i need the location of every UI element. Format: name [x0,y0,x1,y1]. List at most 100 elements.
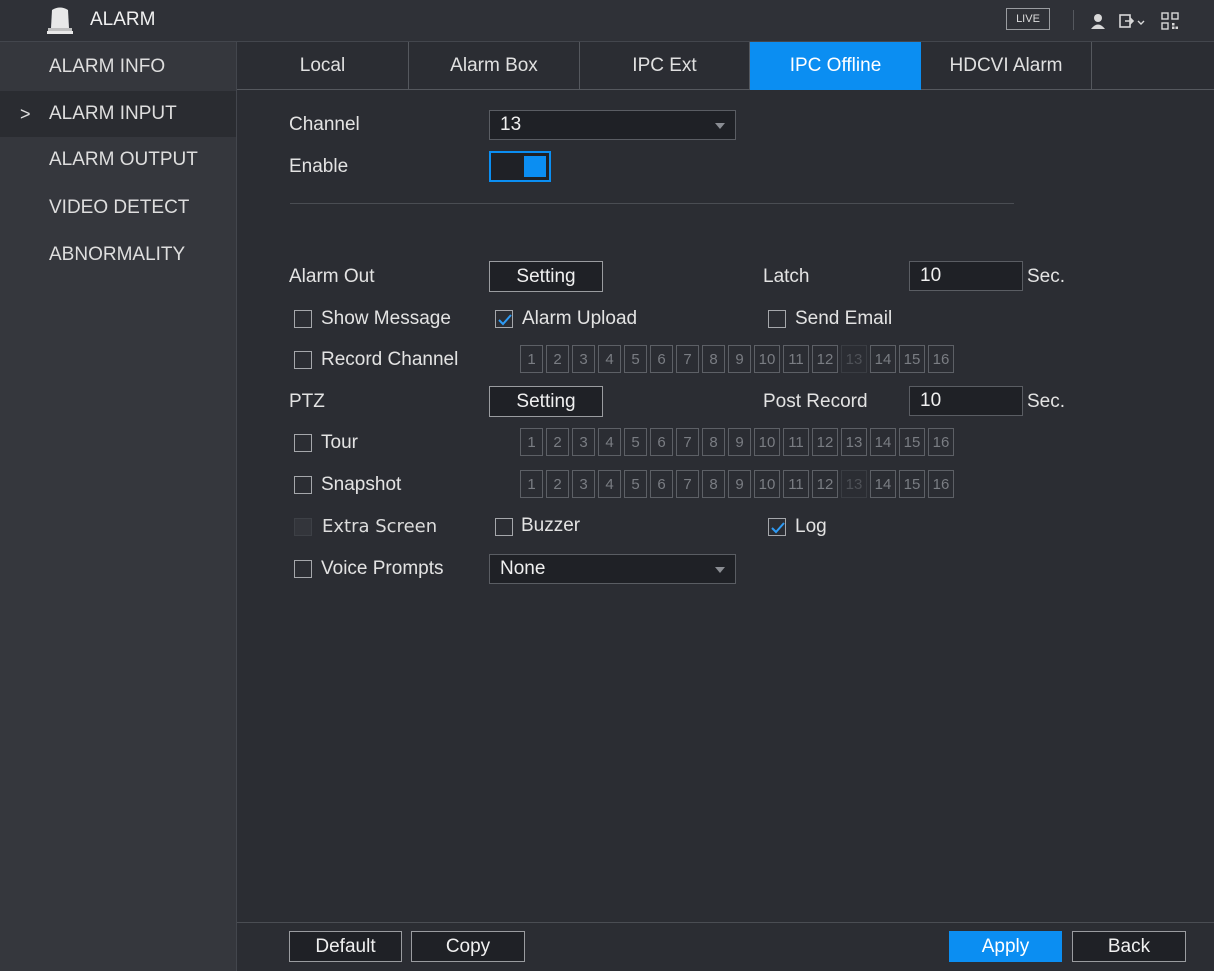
log-checkbox[interactable] [768,518,786,536]
sidebar-item-alarm-info[interactable]: ALARM INFO [0,44,236,90]
channel-box[interactable]: 6 [650,470,673,498]
back-button[interactable]: Back [1072,931,1186,962]
channel-box[interactable]: 9 [728,470,751,498]
buzzer-label: Buzzer [521,515,581,536]
channel-box[interactable]: 14 [870,470,896,498]
channel-box[interactable]: 6 [650,345,673,373]
channel-box[interactable]: 1 [520,470,543,498]
voice-prompts-select[interactable]: None [489,554,736,584]
latch-input[interactable]: 10 [909,261,1023,291]
channel-box[interactable]: 14 [870,345,896,373]
channel-box[interactable]: 11 [783,345,809,373]
channel-label: Channel [289,114,360,135]
sidebar-item-video-detect[interactable]: VIDEO DETECT [0,185,236,231]
channel-box[interactable]: 3 [572,428,595,456]
channel-box[interactable]: 9 [728,428,751,456]
snapshot-label: Snapshot [321,474,402,495]
channel-box[interactable]: 7 [676,345,699,373]
send-email-checkbox[interactable] [768,310,786,328]
channel-box[interactable]: 8 [702,428,725,456]
channel-box[interactable]: 15 [899,470,925,498]
alarm-upload-checkbox[interactable] [495,310,513,328]
channel-box[interactable]: 7 [676,428,699,456]
tab-hdcvi-alarm[interactable]: HDCVI Alarm [921,42,1092,90]
channel-box[interactable]: 16 [928,345,954,373]
channel-box[interactable]: 5 [624,470,647,498]
channel-box[interactable]: 5 [624,345,647,373]
channel-box[interactable]: 8 [702,470,725,498]
ptz-setting-button[interactable]: Setting [489,386,603,417]
tour-checkbox[interactable] [294,434,312,452]
channel-select[interactable]: 13 [489,110,736,140]
sidebar-item-alarm-input[interactable]: > ALARM INPUT [0,91,236,137]
channel-box[interactable]: 8 [702,345,725,373]
channel-box[interactable]: 16 [928,470,954,498]
voice-prompts-label: Voice Prompts [321,558,444,579]
send-email-label: Send Email [795,308,893,329]
alarm-out-setting-button[interactable]: Setting [489,261,603,292]
channel-box[interactable]: 14 [870,428,896,456]
sidebar-item-alarm-output[interactable]: ALARM OUTPUT [0,137,236,183]
channel-box[interactable]: 4 [598,470,621,498]
tab-local[interactable]: Local [237,42,409,90]
section-divider [290,203,1014,204]
channel-box[interactable]: 4 [598,428,621,456]
apply-button[interactable]: Apply [949,931,1062,962]
user-icon[interactable] [1088,11,1108,31]
channel-box: 13 [841,345,867,373]
post-record-input[interactable]: 10 [909,386,1023,416]
channel-box[interactable]: 1 [520,428,543,456]
footer-divider [237,922,1214,923]
check-icon [771,522,785,534]
channel-box: 13 [841,470,867,498]
post-record-label: Post Record [763,391,868,412]
copy-button[interactable]: Copy [411,931,525,962]
extra-screen-checkbox [294,518,312,536]
qr-icon[interactable] [1160,11,1180,31]
live-button[interactable]: LIVE [1006,8,1050,30]
channel-box[interactable]: 5 [624,428,647,456]
dropdown-arrow-icon [715,123,725,129]
channel-value: 13 [500,114,522,135]
latch-label: Latch [763,266,810,287]
channel-box[interactable]: 1 [520,345,543,373]
channel-box[interactable]: 4 [598,345,621,373]
sidebar-item-abnormality[interactable]: ABNORMALITY [0,232,236,278]
sidebar-item-label: ALARM INPUT [49,103,177,124]
channel-box[interactable]: 12 [812,345,838,373]
channel-box[interactable]: 15 [899,345,925,373]
channel-box[interactable]: 2 [546,428,569,456]
bell-icon [47,7,73,34]
snapshot-checkbox[interactable] [294,476,312,494]
tab-ipc-ext[interactable]: IPC Ext [580,42,750,90]
enable-toggle[interactable] [489,151,551,182]
channel-box[interactable]: 9 [728,345,751,373]
logout-icon[interactable] [1118,11,1146,31]
channel-box[interactable]: 10 [754,470,780,498]
channel-box[interactable]: 11 [783,470,809,498]
record-channel-checkbox[interactable] [294,351,312,369]
channel-box[interactable]: 13 [841,428,867,456]
channel-box[interactable]: 12 [812,428,838,456]
default-button[interactable]: Default [289,931,402,962]
channel-box[interactable]: 3 [572,470,595,498]
buzzer-checkbox[interactable] [495,518,513,536]
channel-box[interactable]: 2 [546,345,569,373]
tab-ipc-offline[interactable]: IPC Offline [750,42,921,90]
channel-box[interactable]: 12 [812,470,838,498]
channel-box[interactable]: 3 [572,345,595,373]
voice-prompts-checkbox[interactable] [294,560,312,578]
channel-box[interactable]: 11 [783,428,809,456]
channel-box[interactable]: 10 [754,428,780,456]
tab-alarm-box[interactable]: Alarm Box [409,42,580,90]
channel-box[interactable]: 15 [899,428,925,456]
channel-box[interactable]: 16 [928,428,954,456]
record-channel-label: Record Channel [321,349,459,370]
channel-box[interactable]: 7 [676,470,699,498]
channel-box[interactable]: 2 [546,470,569,498]
sidebar-item-label: VIDEO DETECT [49,197,190,218]
channel-box[interactable]: 10 [754,345,780,373]
channel-box[interactable]: 6 [650,428,673,456]
check-icon [498,314,512,326]
show-message-checkbox[interactable] [294,310,312,328]
